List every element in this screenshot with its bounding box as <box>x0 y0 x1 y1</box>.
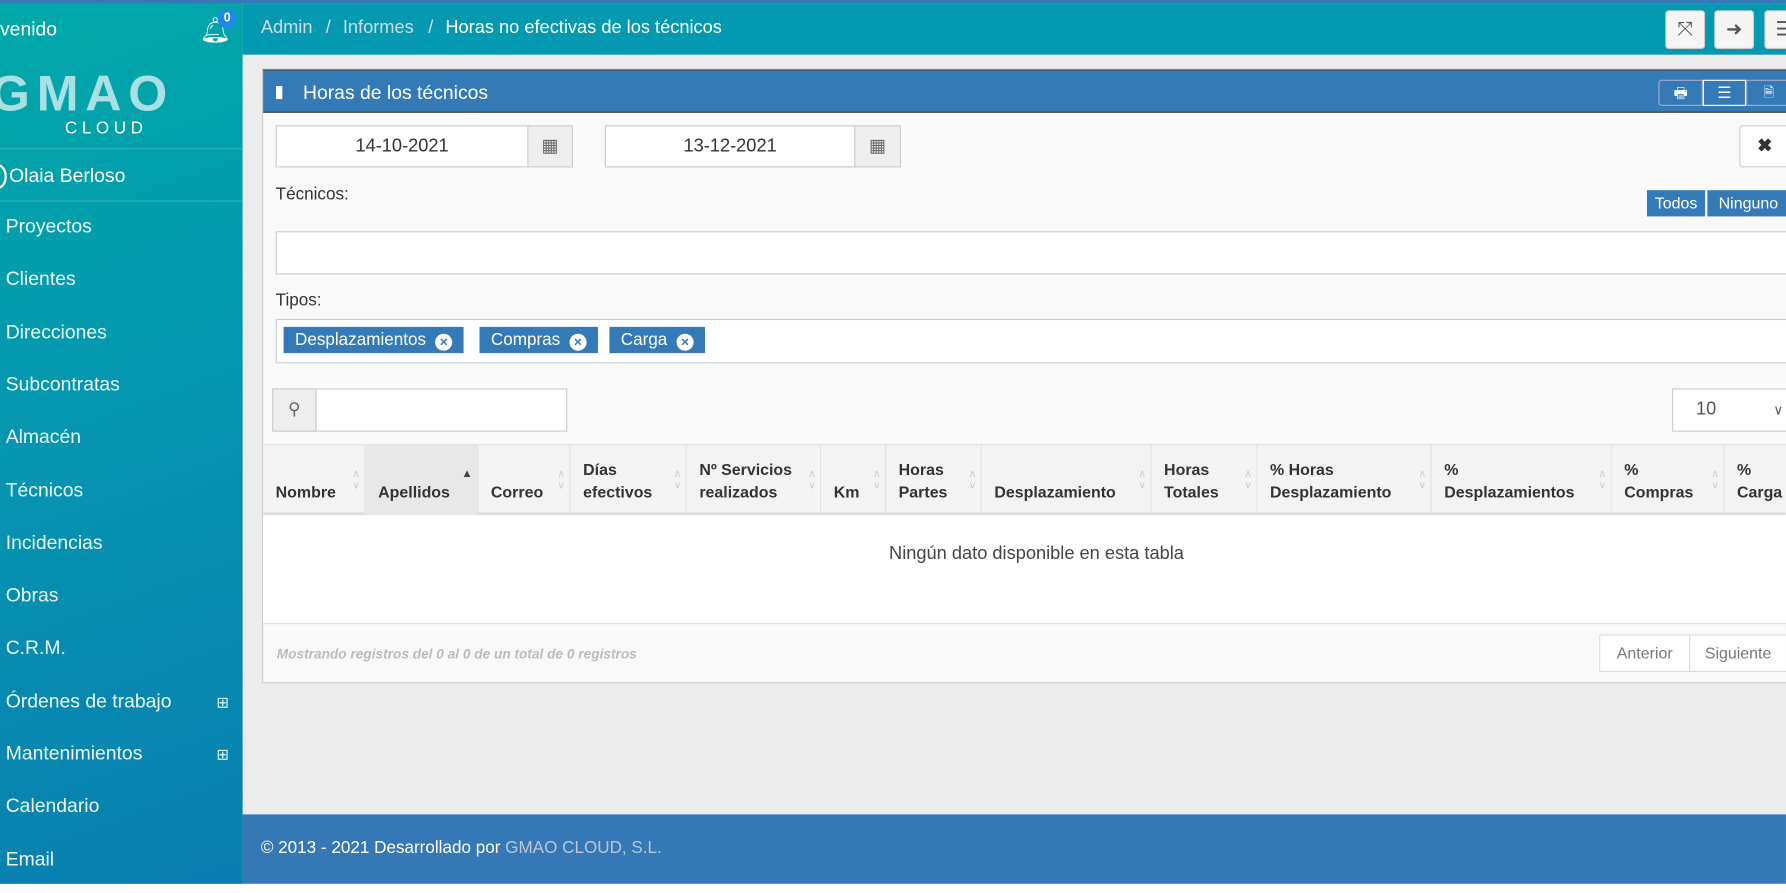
sort-icon: ∧ ∨ <box>1138 468 1146 491</box>
column-header[interactable]: Nº Servicios realizados ∧ ∨ <box>687 445 822 515</box>
column-header[interactable]: Nombre ∧ ∨ <box>263 445 366 515</box>
previous-page-button[interactable]: Anterior <box>1599 634 1691 673</box>
footer-text: © 2013 - 2021 Desarrollado por <box>260 838 506 858</box>
sort-icon: ∧ ∨ <box>1711 468 1719 491</box>
search-icon: ⚲ <box>272 388 317 432</box>
column-header[interactable]: Horas Totales ∧ ∨ <box>1152 445 1258 515</box>
sidebar-item[interactable]: C.R.M. <box>6 637 66 660</box>
tipos-label: Tipos: <box>275 290 322 310</box>
sidebar-item[interactable]: Obras <box>6 584 59 607</box>
sidebar-item[interactable]: Almacén <box>6 426 81 449</box>
empty-table-message: Ningún dato disponible en esta tabla <box>889 544 1184 564</box>
table-info: Mostrando registros del 0 al 0 de un tot… <box>276 645 637 662</box>
tecnicos-label: Técnicos: <box>275 184 349 204</box>
menu-icon[interactable]: ☰ <box>1764 10 1786 49</box>
sidebar-item[interactable]: Direcciones <box>6 321 107 344</box>
calendar-icon[interactable]: ▦ <box>854 125 901 168</box>
breadcrumb-admin[interactable]: Admin <box>261 18 313 39</box>
tipo-tag: Compras × <box>479 326 598 354</box>
footer: © 2013 - 2021 Desarrollado por GMAO CLOU… <box>242 814 1786 884</box>
sort-icon: ∧ ∨ <box>872 468 881 491</box>
sort-icon: ∧ ∨ <box>1244 468 1252 491</box>
tipo-tag: Carga × <box>609 326 705 354</box>
page-length-value: 10 <box>1695 399 1717 420</box>
date-from-input[interactable]: 14-10-2021 <box>275 125 529 168</box>
logo: GMAO <box>0 66 175 122</box>
sidebar-item[interactable]: Email <box>6 848 54 871</box>
column-header[interactable]: Km ∧ ∨ <box>821 445 887 515</box>
sort-icon: ∧ ∨ <box>1418 468 1427 491</box>
sidebar-item[interactable]: Calendario <box>6 795 100 818</box>
welcome-text: venido <box>0 18 58 40</box>
sidebar-item[interactable]: Subcontratas <box>6 373 120 396</box>
sidebar-item[interactable]: Incidencias <box>6 532 103 555</box>
sidebar-item[interactable]: Clientes <box>6 268 76 291</box>
page-length-select[interactable]: 10 ∨ <box>1672 388 1786 432</box>
column-header[interactable]: Desplazamiento ∧ ∨ <box>982 445 1152 515</box>
next-page-button[interactable]: Siguiente <box>1689 634 1786 673</box>
columns-icon[interactable]: ☰ <box>1702 79 1747 106</box>
clear-button[interactable]: ✖ <box>1739 125 1786 168</box>
column-header[interactable]: Días efectivos ∧ ∨ <box>571 445 687 515</box>
sort-icon: ∧ ∨ <box>352 468 360 491</box>
breadcrumb-informes[interactable]: Informes <box>343 18 414 39</box>
remove-icon[interactable]: × <box>569 333 587 351</box>
select-none-button[interactable]: Ninguno <box>1707 190 1786 217</box>
tipo-tag: Desplazamientos × <box>283 326 464 354</box>
sidebar-item[interactable]: Mantenimientos <box>6 743 143 766</box>
breadcrumb-current: Horas no efectivas de los técnicos <box>445 18 722 38</box>
sort-icon: ∧ ∨ <box>1598 468 1606 491</box>
panel-title: Horas de los técnicos <box>302 82 489 104</box>
column-header[interactable]: Apellidos ▲ <box>365 445 479 515</box>
company-link[interactable]: GMAO CLOUD, S.L. <box>505 838 662 857</box>
column-header[interactable]: % Compras ∧ ∨ <box>1612 445 1725 515</box>
sort-icon: ∧ ∨ <box>808 468 816 491</box>
select-all-button[interactable]: Todos <box>1646 190 1706 217</box>
expand-icon[interactable]: ⊞ <box>216 693 228 711</box>
tecnicos-select[interactable] <box>275 231 1786 275</box>
sort-icon: ▲ <box>461 468 473 481</box>
print-icon[interactable]: 🖶 <box>1658 79 1703 106</box>
avatar <box>0 164 7 190</box>
sidebar-item[interactable]: Proyectos <box>6 215 92 238</box>
calendar-icon[interactable]: ▦ <box>527 125 573 168</box>
user-name[interactable]: Olaia Berloso <box>9 165 125 188</box>
excel-icon[interactable]: 🗎 <box>1746 79 1786 106</box>
sidebar-item[interactable]: Órdenes de trabajo <box>6 690 172 713</box>
sort-icon: ∧ ∨ <box>557 468 565 491</box>
fullscreen-icon[interactable]: ⤧ <box>1665 10 1706 49</box>
sort-icon: ∧ ∨ <box>673 468 682 491</box>
logout-icon[interactable]: ➜ <box>1714 10 1755 49</box>
sort-icon: ∧ ∨ <box>968 468 977 491</box>
top-bar: Admin / Informes / Horas no efectivas de… <box>242 3 1786 55</box>
remove-icon[interactable]: × <box>435 333 453 351</box>
column-header[interactable]: % Desplazamientos ∧ ∨ <box>1432 445 1612 515</box>
notification-badge: 0 <box>217 9 237 29</box>
column-header[interactable]: % Carga <box>1724 445 1786 514</box>
sidebar-item[interactable]: Técnicos <box>6 479 83 502</box>
column-header[interactable]: Horas Partes ∧ ∨ <box>886 445 982 515</box>
date-to-input[interactable]: 13-12-2021 <box>604 125 856 168</box>
logo-sub: CLOUD <box>64 118 148 138</box>
expand-icon[interactable]: ⊞ <box>216 746 228 764</box>
column-header[interactable]: Correo ∧ ∨ <box>478 445 571 515</box>
sidebar: venido 🔔︎ 0 GMAO CLOUD Olaia Berloso Pro… <box>0 0 243 893</box>
column-header[interactable]: % Horas Desplazamiento ∧ ∨ <box>1257 445 1432 515</box>
bar-chart-icon: ▮ <box>274 82 284 102</box>
remove-icon[interactable]: × <box>676 333 694 351</box>
